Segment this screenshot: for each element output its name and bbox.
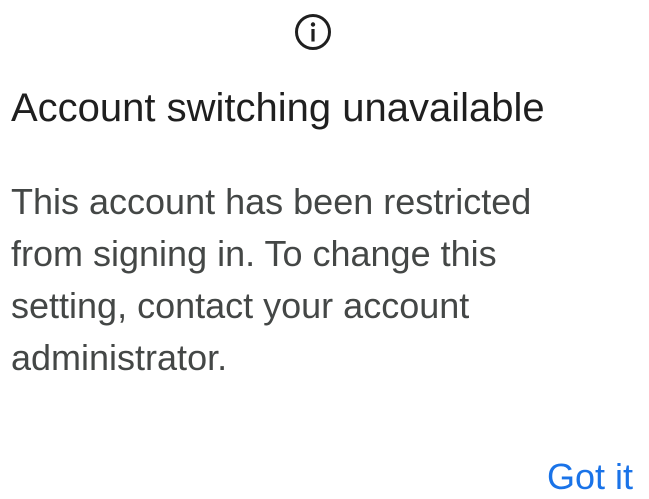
dialog-message: This account has been restricted from si… — [11, 181, 532, 378]
info-icon — [293, 12, 333, 52]
got-it-button[interactable]: Got it — [547, 455, 633, 499]
account-switching-dialog: Account switching unavailable This accou… — [0, 0, 649, 499]
dialog-title: Account switching unavailable — [11, 86, 545, 130]
